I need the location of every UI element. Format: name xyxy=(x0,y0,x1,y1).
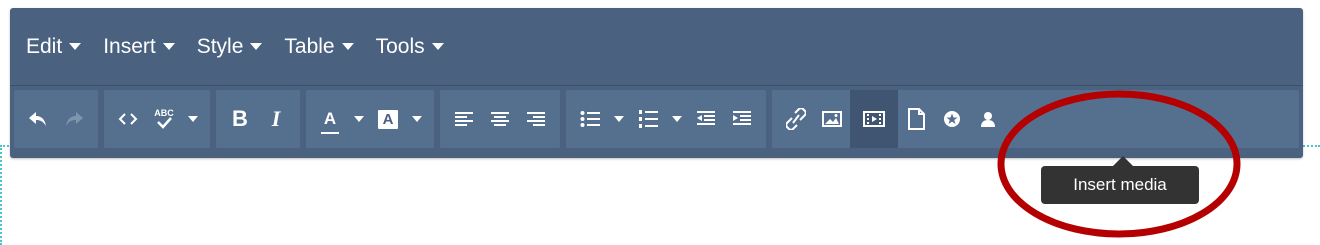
text-color-dropdown[interactable] xyxy=(348,90,370,148)
menubar: Edit Insert Style Table Tools xyxy=(10,8,1303,86)
source-code-icon xyxy=(118,113,138,125)
caret-down-icon xyxy=(412,116,422,122)
indent-button[interactable] xyxy=(724,90,760,148)
numbered-list-dropdown[interactable] xyxy=(666,90,688,148)
media-button[interactable] xyxy=(850,90,898,148)
align-center-button[interactable] xyxy=(482,90,518,148)
align-right-button[interactable] xyxy=(518,90,554,148)
caret-down-icon xyxy=(188,116,198,122)
redo-button[interactable] xyxy=(56,90,92,148)
spellcheck-icon: ABC xyxy=(154,108,174,129)
insert-media-tooltip: Insert media xyxy=(1041,166,1199,204)
spellcheck-label: ABC xyxy=(154,108,174,118)
align-left-icon xyxy=(455,112,473,126)
align-group xyxy=(440,90,560,148)
menu-table[interactable]: Table xyxy=(284,34,354,59)
italic-button[interactable]: I xyxy=(258,90,294,148)
link-button[interactable] xyxy=(778,90,814,148)
page-button[interactable] xyxy=(898,90,934,148)
spellcheck-button[interactable]: ABC xyxy=(146,90,182,148)
indent-icon xyxy=(733,111,751,125)
tooltip-arrow xyxy=(1113,156,1133,166)
caret-down-icon xyxy=(614,116,624,122)
caret-down-icon xyxy=(162,43,175,50)
special-char-icon xyxy=(944,111,960,127)
menu-insert-label: Insert xyxy=(103,34,156,58)
bold-icon: B xyxy=(232,106,248,131)
menu-style[interactable]: Style xyxy=(197,35,263,59)
align-right-icon xyxy=(527,112,545,126)
menu-tools[interactable]: Tools xyxy=(376,35,444,59)
menu-table-label: Table xyxy=(284,34,335,58)
caret-down-icon xyxy=(431,43,444,50)
caret-down-icon xyxy=(672,116,682,122)
code-group: ABC xyxy=(104,90,210,148)
toolbar: ABC B I A A xyxy=(10,88,1303,150)
background-color-dropdown[interactable] xyxy=(406,90,428,148)
text-color-underline xyxy=(320,132,340,134)
numbered-list-button[interactable] xyxy=(630,90,666,148)
image-icon xyxy=(822,111,842,127)
redo-icon xyxy=(66,112,83,126)
image-button[interactable] xyxy=(814,90,850,148)
bullet-list-icon xyxy=(580,111,600,127)
editor-toolbar: Edit Insert Style Table Tools ABC B I A … xyxy=(10,8,1303,158)
person-button[interactable] xyxy=(970,90,1006,148)
list-group xyxy=(566,90,766,148)
text-color-icon: A xyxy=(320,109,340,134)
menu-edit-label: Edit xyxy=(26,34,63,58)
align-center-icon xyxy=(491,112,509,126)
dotted-guide-left xyxy=(0,145,2,245)
numbered-list-icon xyxy=(639,110,658,128)
undo-icon xyxy=(29,112,46,126)
caret-down-icon xyxy=(250,43,263,50)
text-color-button[interactable]: A xyxy=(312,90,348,148)
page-icon xyxy=(908,108,925,130)
background-color-button[interactable]: A xyxy=(370,90,406,148)
bold-button[interactable]: B xyxy=(222,90,258,148)
insert-group xyxy=(772,90,1299,148)
caret-down-icon xyxy=(341,43,354,50)
menu-edit[interactable]: Edit xyxy=(26,34,82,59)
menu-insert[interactable]: Insert xyxy=(103,35,175,59)
caret-down-icon xyxy=(354,116,364,122)
background-color-icon: A xyxy=(377,109,399,129)
menu-tools-label: Tools xyxy=(375,34,425,58)
outdent-button[interactable] xyxy=(688,90,724,148)
text-color-label: A xyxy=(323,109,337,128)
align-left-button[interactable] xyxy=(446,90,482,148)
media-icon xyxy=(863,111,885,127)
bullet-list-button[interactable] xyxy=(572,90,608,148)
person-icon xyxy=(981,112,995,127)
caret-down-icon xyxy=(69,43,82,50)
menu-style-label: Style xyxy=(196,34,244,58)
history-group xyxy=(14,90,98,148)
spellcheck-dropdown[interactable] xyxy=(182,90,204,148)
color-group: A A xyxy=(306,90,434,148)
bullet-list-dropdown[interactable] xyxy=(608,90,630,148)
source-code-button[interactable] xyxy=(110,90,146,148)
link-icon xyxy=(786,108,806,130)
undo-button[interactable] xyxy=(20,90,56,148)
special-char-button[interactable] xyxy=(934,90,970,148)
format-group: B I xyxy=(216,90,300,148)
italic-icon: I xyxy=(271,106,281,131)
outdent-icon xyxy=(697,111,715,125)
